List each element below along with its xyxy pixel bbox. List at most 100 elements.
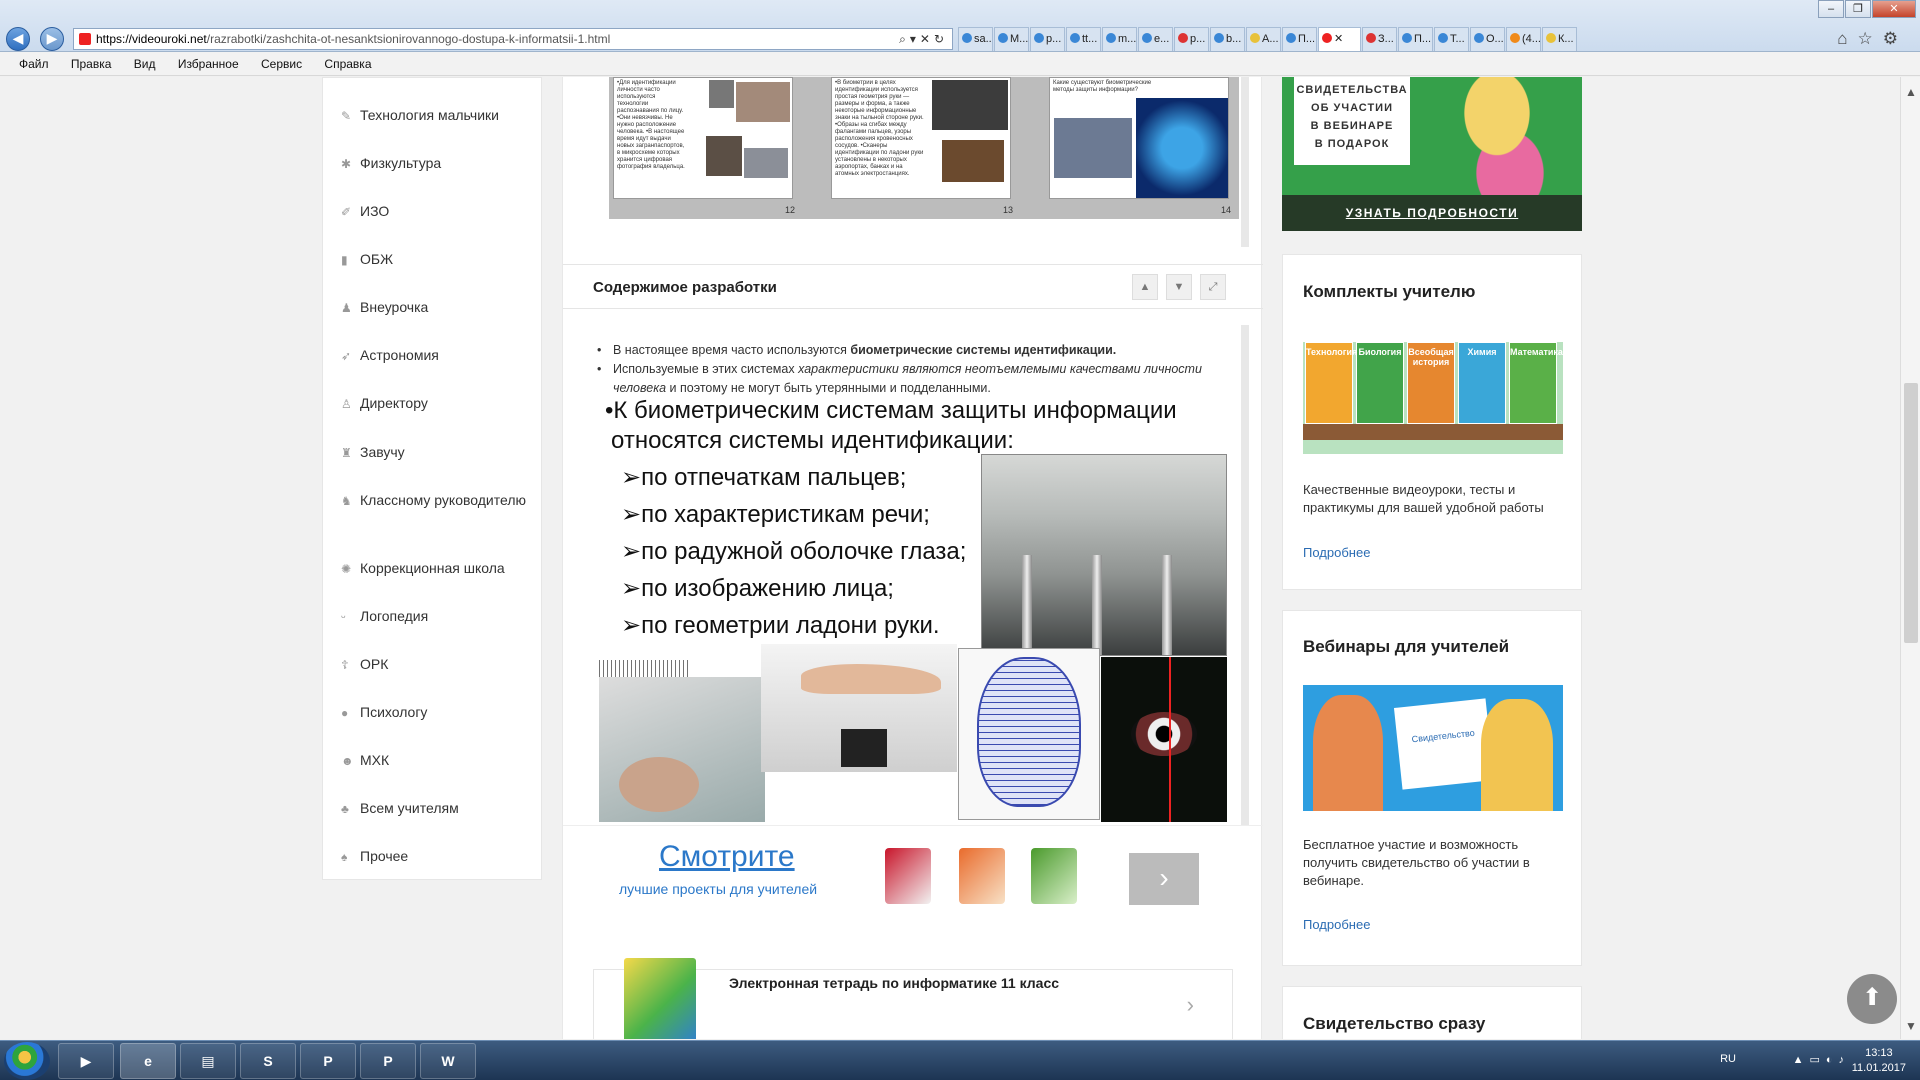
forward-button[interactable]: ▶ — [40, 27, 64, 51]
sidebar-item-astronomy[interactable]: ➶ Астрономия — [341, 346, 536, 365]
home-icon[interactable]: ⌂ — [1837, 29, 1857, 48]
product-cover-image — [624, 958, 696, 1039]
sidebar-item-head-teacher[interactable]: ♜ Завучу — [341, 443, 536, 462]
down-arrow-icon[interactable]: ▼ — [1166, 274, 1192, 300]
menu-view[interactable]: Вид — [134, 52, 156, 76]
tab[interactable]: p... — [1030, 27, 1065, 51]
sidebar-item-psychologist[interactable]: ● Психологу — [341, 703, 536, 722]
menu-favorites[interactable]: Избранное — [178, 52, 239, 76]
scroll-up-icon[interactable]: ▲ — [1905, 85, 1917, 99]
up-arrow-icon[interactable]: ▲ — [1132, 274, 1158, 300]
expand-icon[interactable]: ⤢ — [1200, 274, 1226, 300]
settings-gear-icon[interactable]: ⚙ — [1883, 29, 1908, 48]
tab[interactable]: M... — [994, 27, 1029, 51]
sidebar-item-mhk[interactable]: ☻ МХК — [341, 751, 536, 770]
tab-icon — [962, 33, 972, 43]
ie-icon[interactable]: e — [120, 1043, 176, 1079]
learn-more-link[interactable]: УЗНАТЬ ПОДРОБНОСТИ — [1282, 195, 1582, 231]
slide-thumbnail[interactable]: •В биометрии в целях идентификации испол… — [831, 77, 1011, 199]
related-title[interactable]: Электронная тетрадь по информатике 11 кл… — [729, 975, 1059, 991]
clock[interactable]: 13:13 11.01.2017 — [1852, 1046, 1906, 1076]
sidebar-item-correctional[interactable]: ✺ Коррекционная школа — [341, 559, 536, 578]
viewer-scrollbar[interactable] — [1241, 77, 1249, 247]
rocket-icon: ➶ — [341, 349, 352, 363]
favorites-star-icon[interactable]: ☆ — [1858, 29, 1883, 48]
explorer-icon[interactable]: ▤ — [180, 1043, 236, 1079]
media-player-icon[interactable]: ▶ — [58, 1043, 114, 1079]
tab[interactable]: sa... — [958, 27, 993, 51]
tab-icon — [1510, 33, 1520, 43]
misc-icon: ♠ — [341, 850, 348, 864]
tab-icon — [1106, 33, 1116, 43]
certificate-card: Свидетельство сразу — [1282, 986, 1582, 1039]
tab[interactable]: П... — [1282, 27, 1317, 51]
tab[interactable]: T... — [1434, 27, 1469, 51]
address-bar[interactable]: https://videouroki.net/razrabotki/zashch… — [73, 28, 953, 50]
back-button[interactable]: ◀ — [6, 27, 30, 51]
content-scrollbar[interactable] — [1241, 325, 1249, 825]
sidebar-item-ork[interactable]: ☦ ОРК — [341, 655, 536, 674]
sidebar-item-speech-therapy[interactable]: ᵕ Логопедия — [341, 607, 536, 626]
tab[interactable]: К... — [1542, 27, 1577, 51]
tab-active[interactable]: ✕ — [1318, 27, 1361, 51]
chevron-right-icon[interactable]: › — [1129, 853, 1199, 905]
tab[interactable]: О... — [1470, 27, 1505, 51]
menu-tools[interactable]: Сервис — [261, 52, 302, 76]
slide-number: 14 — [1221, 205, 1232, 215]
books-image[interactable]: Технология Биология Всеобщая история Хим… — [1303, 342, 1563, 454]
close-button[interactable]: ✕ — [1872, 0, 1916, 18]
tab-icon — [1322, 33, 1332, 43]
page-scrollbar[interactable]: ▲ ▼ — [1900, 77, 1920, 1039]
tab[interactable]: З... — [1362, 27, 1397, 51]
sidebar-item-extracurricular[interactable]: ♟ Внеурочка — [341, 298, 536, 317]
language-indicator[interactable]: RU — [1720, 1053, 1736, 1065]
skype-icon[interactable]: S — [240, 1043, 296, 1079]
scrollbar-thumb[interactable] — [1904, 383, 1918, 643]
sidebar-item-safety[interactable]: ▮ ОБЖ — [341, 250, 536, 269]
webinar-certificate-banner[interactable]: СВИДЕТЕЛЬСТВА ОБ УЧАСТИИ В ВЕБИНАРЕ В ПО… — [1282, 77, 1582, 231]
tab[interactable]: П... — [1398, 27, 1433, 51]
more-link[interactable]: Подробнее — [1303, 545, 1370, 560]
teacher-illustration — [1481, 699, 1553, 811]
menu-edit[interactable]: Правка — [71, 52, 112, 76]
sidebar-item-pe[interactable]: ✱ Физкультура — [341, 154, 536, 173]
sidebar-item-all-teachers[interactable]: ♣ Всем учителям — [341, 799, 536, 818]
more-link[interactable]: Подробнее — [1303, 917, 1370, 932]
start-button[interactable] — [4, 1042, 50, 1080]
slide-thumbnail[interactable]: Какие существуют биометрические методы з… — [1049, 77, 1229, 199]
tab[interactable]: e... — [1138, 27, 1173, 51]
minimize-button[interactable]: – — [1818, 0, 1844, 18]
teacher-illustration — [1313, 695, 1383, 811]
maximize-button[interactable]: ❐ — [1845, 0, 1871, 18]
sidebar-item-art[interactable]: ✐ ИЗО — [341, 202, 536, 221]
scroll-to-top-button[interactable]: ⬆ — [1847, 974, 1897, 1024]
sidebar-item-other[interactable]: ♠ Прочее — [341, 847, 536, 866]
pdf-icon[interactable]: P — [300, 1043, 356, 1079]
related-material-card[interactable]: Электронная тетрадь по информатике 11 кл… — [593, 958, 1233, 1039]
slide-list-item: ➢по радужной оболочке глаза; — [621, 538, 967, 565]
menu-help[interactable]: Справка — [324, 52, 371, 76]
menu-file[interactable]: Файл — [19, 52, 49, 76]
tab[interactable]: m... — [1102, 27, 1137, 51]
sidebar-item-class-teacher[interactable]: ♞ Классному руководителю — [341, 491, 536, 510]
tab[interactable]: b... — [1210, 27, 1245, 51]
book-cover: Всеобщая история — [1407, 342, 1455, 424]
promo-title[interactable]: Смотрите — [659, 840, 795, 874]
slide-thumbnail[interactable]: •Для идентификации личности часто исполь… — [613, 77, 793, 199]
sidebar-item-director[interactable]: ♙ Директору — [341, 394, 536, 413]
promo-banner[interactable]: Смотрите лучшие проекты для учителей › — [563, 825, 1263, 905]
tab[interactable]: A... — [1246, 27, 1281, 51]
scroll-down-icon[interactable]: ▼ — [1905, 1019, 1917, 1033]
address-tools[interactable]: ⌕▾✕↻ — [899, 29, 948, 49]
tab[interactable]: (4... — [1506, 27, 1541, 51]
powerpoint-icon[interactable]: P — [360, 1043, 416, 1079]
chevron-right-icon[interactable]: › — [1187, 992, 1194, 1018]
sidebar-item-technology-boys[interactable]: ✎ Технология мальчики — [341, 106, 536, 125]
word-icon[interactable]: W — [420, 1043, 476, 1079]
tab[interactable]: tt... — [1066, 27, 1101, 51]
tray-icons[interactable]: ▲▭◐♪ — [1793, 1053, 1850, 1066]
tab-icon — [1474, 33, 1484, 43]
webinar-image[interactable]: Свидетельство — [1303, 685, 1563, 811]
tab[interactable]: p... — [1174, 27, 1209, 51]
banner-text: СВИДЕТЕЛЬСТВА ОБ УЧАСТИИ В ВЕБИНАРЕ В ПО… — [1294, 77, 1410, 165]
